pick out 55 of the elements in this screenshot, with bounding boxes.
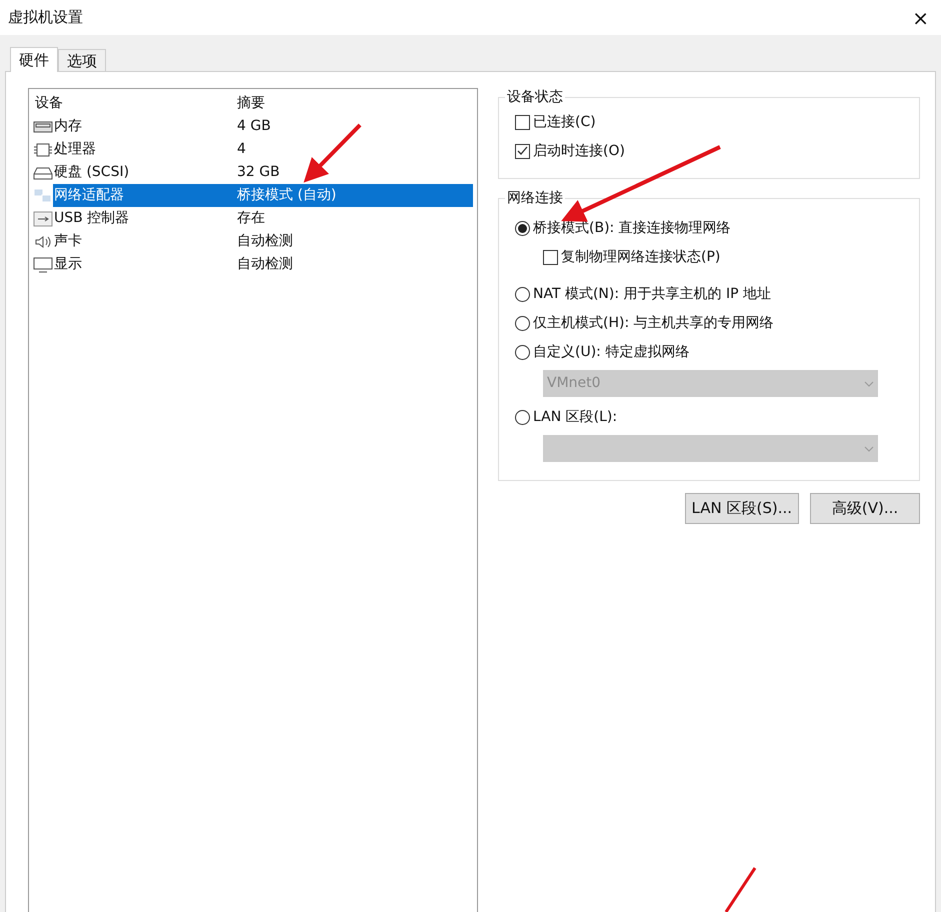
window-title: 虚拟机设置 (8, 7, 83, 28)
checkbox[interactable] (543, 250, 558, 264)
dialog-button[interactable]: 高级(V)... (810, 493, 920, 524)
usb-icon (33, 210, 53, 226)
radio-button[interactable] (515, 316, 530, 330)
dropdown-value: VMnet0 (547, 374, 601, 393)
chevron-down-icon (864, 446, 874, 452)
column-header: 摘要 (236, 94, 266, 113)
device-summary: 4 GB (236, 117, 272, 136)
device-name: 声卡 (53, 232, 83, 251)
column-header: 设备 (34, 94, 64, 113)
checkbox[interactable] (515, 144, 530, 159)
monitors-icon (33, 188, 53, 204)
device-row[interactable]: 显示 自动检测 (33, 253, 473, 276)
checkbox-label: 复制物理网络连接状态(P) (561, 248, 720, 266)
device-summary: 32 GB (236, 163, 281, 182)
drive-icon (33, 164, 53, 180)
speaker-icon (33, 234, 53, 250)
radio-label: NAT 模式(N): 用于共享主机的 IP 地址 (533, 284, 771, 304)
radio-button[interactable] (515, 220, 530, 236)
radio-label: 仅主机模式(H): 与主机共享的专用网络 (533, 314, 774, 332)
close-button[interactable]: × (908, 8, 933, 28)
device-summary: 自动检测 (236, 232, 294, 251)
monitor-icon (33, 256, 53, 272)
radio-button[interactable] (515, 286, 530, 302)
checkbox-label: 启动时连接(O) (533, 142, 625, 161)
device-row[interactable]: 硬盘 (SCSI) 32 GB (33, 161, 473, 184)
checkbox[interactable] (515, 115, 530, 130)
device-row[interactable]: 网络适配器 桥接模式 (自动) (33, 184, 473, 207)
radio-label: 自定义(U): 特定虚拟网络 (533, 342, 690, 362)
device-name: 网络适配器 (53, 184, 235, 207)
tab[interactable]: 选项 (58, 49, 106, 71)
radio-button[interactable] (515, 410, 530, 424)
device-summary: 自动检测 (236, 255, 294, 274)
chip-icon (33, 142, 53, 158)
device-row[interactable]: USB 控制器 存在 (33, 207, 473, 230)
chevron-down-icon (864, 380, 874, 386)
device-row[interactable]: 处理器 4 (33, 138, 473, 161)
device-name: 显示 (53, 255, 83, 274)
device-name: 处理器 (53, 140, 97, 159)
dialog-button[interactable]: LAN 区段(S)... (684, 493, 799, 524)
device-summary: 存在 (236, 209, 266, 228)
memory-icon (33, 118, 53, 134)
device-row[interactable]: 内存 4 GB (33, 115, 473, 138)
device-name: 内存 (53, 117, 83, 136)
device-name: USB 控制器 (53, 209, 130, 228)
radio-label: LAN 区段(L): (533, 408, 618, 426)
tab[interactable]: 硬件 (10, 47, 58, 72)
device-name: 硬盘 (SCSI) (53, 163, 130, 182)
device-summary: 桥接模式 (自动) (235, 184, 473, 207)
arrow-annotation (304, 124, 362, 183)
device-summary: 4 (236, 140, 247, 159)
checkbox-label: 已连接(C) (533, 113, 596, 132)
device-row[interactable]: 声卡 自动检测 (33, 230, 473, 253)
radio-button[interactable] (515, 344, 530, 360)
